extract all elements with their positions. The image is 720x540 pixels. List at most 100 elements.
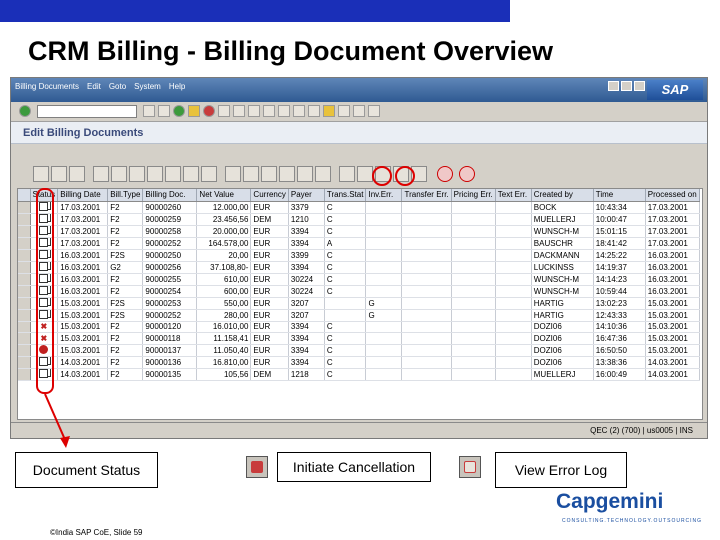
select-all-cell[interactable] <box>18 189 31 202</box>
column-header[interactable]: Bill.Type <box>107 189 144 202</box>
row-selector[interactable] <box>18 237 31 250</box>
table-row[interactable]: 15.03.2001 F2S 90000252 280,00 EUR 3207 G HARTI… <box>18 309 700 322</box>
column-header[interactable]: Processed on <box>645 189 700 202</box>
row-selector[interactable] <box>18 344 31 358</box>
column-header[interactable]: Created by <box>531 189 594 202</box>
column-header[interactable]: Net Value <box>196 189 252 202</box>
layout-save-icon[interactable] <box>315 166 331 182</box>
shortcut-icon[interactable] <box>338 105 350 117</box>
layout-select-icon[interactable] <box>297 166 313 182</box>
send-icon[interactable] <box>261 166 277 182</box>
row-selector[interactable] <box>18 273 31 286</box>
next-page-icon[interactable] <box>293 105 305 117</box>
cell-by: MUELLERJ <box>531 213 594 226</box>
cell-e3 <box>451 237 496 250</box>
enter-icon[interactable] <box>19 105 31 117</box>
close-icon[interactable] <box>634 81 645 91</box>
menu-item[interactable]: Help <box>169 82 185 91</box>
row-selector[interactable] <box>18 285 31 298</box>
column-header[interactable]: Currency <box>250 189 289 202</box>
table-row[interactable]: 14.03.2001 F2 90000136 16.810,00 EUR 3394 C DOZ… <box>18 356 700 370</box>
row-selector[interactable] <box>18 297 31 310</box>
display-icon[interactable] <box>357 166 373 182</box>
cell-net: 20.000,00 <box>196 225 252 238</box>
first-page-icon[interactable] <box>263 105 275 117</box>
filter-icon[interactable] <box>165 166 181 182</box>
find-next-icon[interactable] <box>111 166 127 182</box>
select-all-icon[interactable] <box>51 166 67 182</box>
column-header[interactable]: Pricing Err. <box>451 189 496 202</box>
menu-item[interactable]: System <box>134 82 161 91</box>
table-row[interactable]: 15.03.2001 F2 90000137 11.050,40 EUR 3394 C DOZ… <box>18 344 700 358</box>
find-icon[interactable] <box>93 166 109 182</box>
document-status-callout: Document Status <box>15 452 158 488</box>
table-row[interactable]: 17.03.2001 F2 90000260 12.000,00 EUR 3379 C BOC… <box>18 201 700 214</box>
stop-icon[interactable] <box>203 105 215 117</box>
row-selector[interactable] <box>18 213 31 226</box>
command-field[interactable] <box>37 105 137 118</box>
find-next-icon[interactable] <box>248 105 260 117</box>
column-header[interactable]: Time <box>593 189 646 202</box>
last-page-icon[interactable] <box>308 105 320 117</box>
row-selector[interactable] <box>18 321 31 334</box>
layout-icon[interactable] <box>368 105 380 117</box>
deselect-icon[interactable] <box>69 166 85 182</box>
table-row[interactable]: ✖ 15.03.2001 F2 90000118 11.158,41 EUR 3394 C DO… <box>18 332 700 346</box>
table-row[interactable]: 16.03.2001 G2 90000256 37.108,80- EUR 3394 C LU… <box>18 261 700 274</box>
row-selector[interactable] <box>18 261 31 274</box>
row-selector[interactable] <box>18 201 31 214</box>
save-icon[interactable] <box>143 105 155 117</box>
error-log-icon[interactable] <box>459 166 475 182</box>
column-header[interactable]: Billing Date <box>57 189 109 202</box>
table-row[interactable]: 17.03.2001 F2 90000252 164.578,00 EUR 3394 A BA… <box>18 237 700 250</box>
table-row[interactable]: 17.03.2001 F2 90000259 23.456,56 DEM 1210 C MUE… <box>18 213 700 226</box>
prev-page-icon[interactable] <box>278 105 290 117</box>
cell-ts: C <box>324 225 367 238</box>
row-selector[interactable] <box>18 368 31 382</box>
export-icon[interactable] <box>243 166 259 182</box>
subtotal-icon[interactable] <box>201 166 217 182</box>
minimize-icon[interactable] <box>608 81 619 91</box>
column-header[interactable]: Billing Doc. <box>142 189 198 202</box>
cancel-billing-icon[interactable] <box>437 166 453 182</box>
table-row[interactable]: 16.03.2001 F2 90000255 610,00 EUR 30224 C WUNSC… <box>18 273 700 286</box>
sort-ascending-icon[interactable] <box>129 166 145 182</box>
row-selector[interactable] <box>18 356 31 370</box>
sum-icon[interactable] <box>183 166 199 182</box>
table-row[interactable]: 16.03.2001 F2 90000254 600,00 EUR 30224 C WUNSC… <box>18 285 700 298</box>
sort-descending-icon[interactable] <box>147 166 163 182</box>
cancel-icon[interactable] <box>188 105 200 117</box>
document-icon[interactable] <box>339 166 355 182</box>
column-header[interactable]: Payer <box>288 189 325 202</box>
menu-item[interactable]: Edit <box>87 82 101 91</box>
back-icon[interactable] <box>158 105 170 117</box>
table-row[interactable]: ✖ 15.03.2001 F2 90000120 16.010,00 EUR 3394 C DO… <box>18 321 700 334</box>
print-preview-icon[interactable] <box>225 166 241 182</box>
row-selector[interactable] <box>18 249 31 262</box>
menu-item[interactable]: Billing Documents <box>15 82 79 91</box>
cell-type: F2 <box>107 237 144 250</box>
cell-e4 <box>495 356 532 370</box>
maximize-icon[interactable] <box>621 81 632 91</box>
exit-icon[interactable] <box>173 105 185 117</box>
find-icon[interactable] <box>233 105 245 117</box>
row-selector[interactable] <box>18 225 31 238</box>
cell-type: F2 <box>107 273 144 286</box>
table-row[interactable]: 15.03.2001 F2S 90000253 550,00 EUR 3207 G HARTI… <box>18 297 700 310</box>
table-row[interactable]: 14.03.2001 F2 90000135 105,56 DEM 1218 C MUELLE… <box>18 368 700 382</box>
details-icon[interactable] <box>33 166 49 182</box>
column-header[interactable]: Inv.Err. <box>365 189 403 202</box>
table-row[interactable]: 17.03.2001 F2 90000258 20.000,00 EUR 3394 C WUN… <box>18 225 700 238</box>
row-selector[interactable] <box>18 309 31 322</box>
menu-item[interactable]: Goto <box>109 82 126 91</box>
column-header[interactable]: Transfer Err. <box>401 189 452 202</box>
print-icon[interactable] <box>218 105 230 117</box>
help-icon[interactable] <box>353 105 365 117</box>
cell-by: BOCK <box>531 201 594 214</box>
new-session-icon[interactable] <box>323 105 335 117</box>
table-row[interactable]: 16.03.2001 F2S 90000250 20,00 EUR 3399 C DACKMA… <box>18 249 700 262</box>
column-header[interactable]: Trans.Stat <box>324 189 367 202</box>
row-selector[interactable] <box>18 332 31 346</box>
column-header[interactable]: Text Err. <box>495 189 532 202</box>
layout-change-icon[interactable] <box>279 166 295 182</box>
